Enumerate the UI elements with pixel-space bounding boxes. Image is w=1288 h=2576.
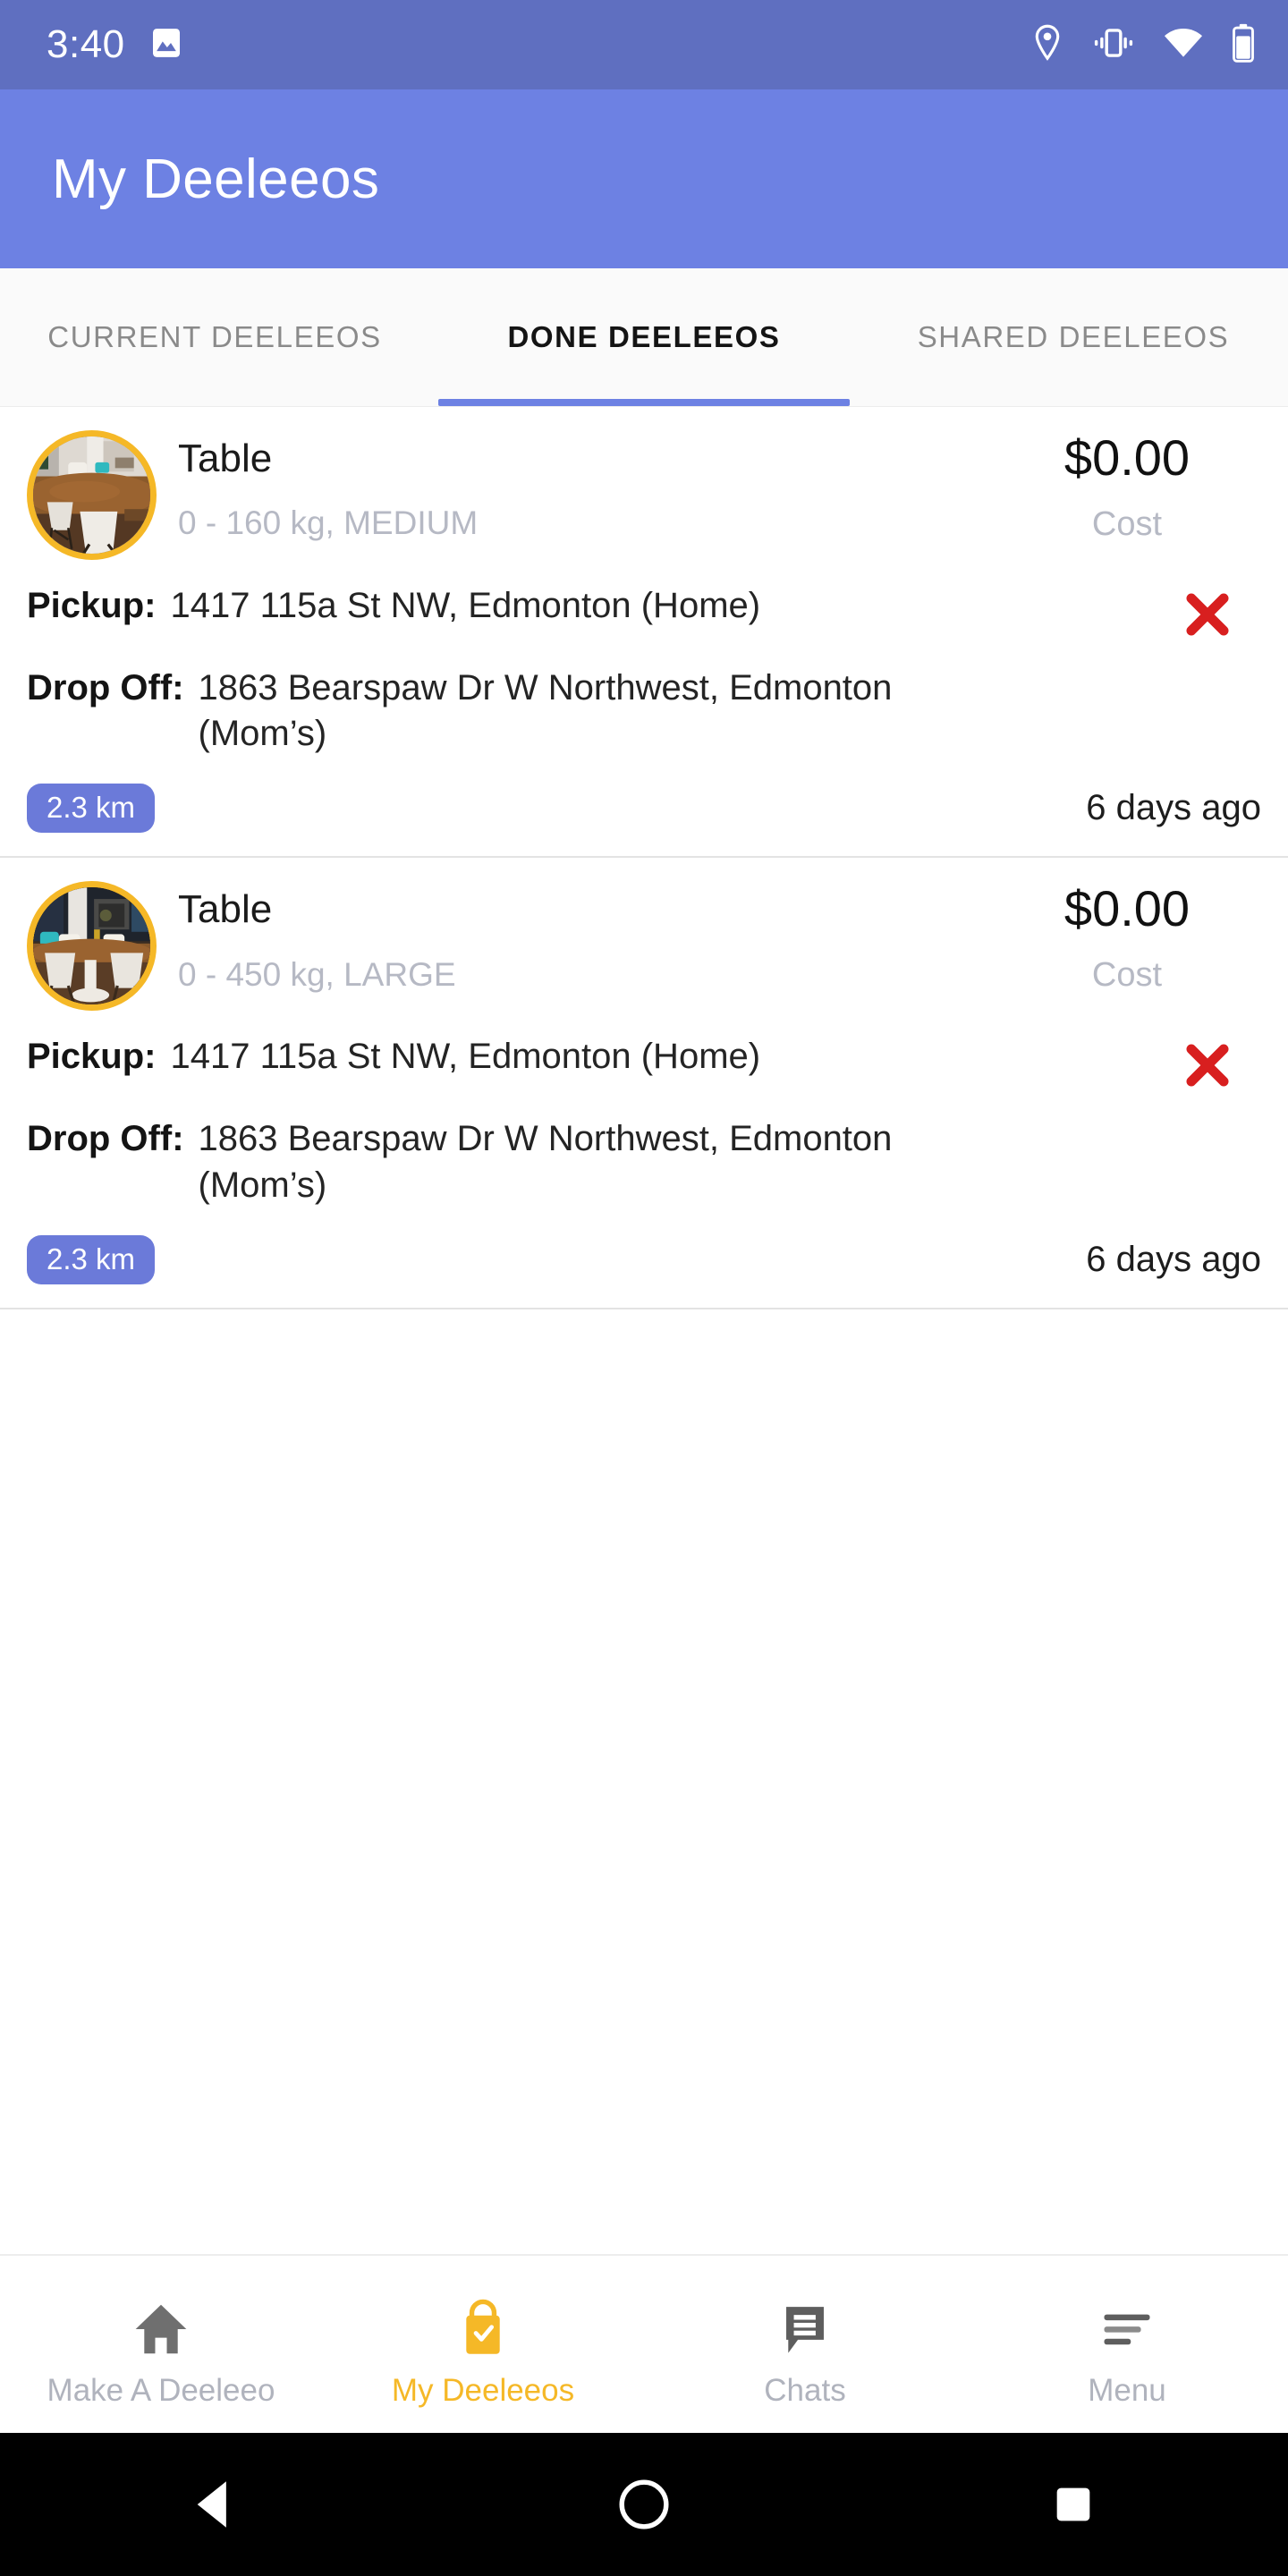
android-navigation-bar — [0, 2433, 1288, 2576]
bottom-navigation: Make A Deeleeo My Deeleeos Chats Menu — [0, 2254, 1288, 2433]
item-price: $0.00 — [1063, 880, 1191, 937]
dining-table-photo — [33, 436, 150, 554]
tab-bar: CURRENT DEELEEOS DONE DEELEEOS SHARED DE… — [0, 268, 1288, 407]
dropoff-address: 1863 Bearspaw Dr W Northwest, Edmonton (… — [198, 668, 893, 754]
red-x-icon — [1186, 1044, 1229, 1087]
deeleeo-list: Table 0 - 160 kg, MEDIUM $0.00 Cost Pick… — [0, 407, 1288, 2254]
nav-label: Menu — [1088, 2372, 1166, 2408]
item-name: Table — [178, 887, 273, 932]
card-header-row: Table 0 - 160 kg, MEDIUM $0.00 Cost — [27, 430, 1261, 560]
triangle-back-icon — [197, 2481, 226, 2528]
nav-label: Make A Deeleeo — [47, 2372, 275, 2408]
tab-label: DONE DEELEEOS — [507, 319, 781, 353]
home-icon — [131, 2296, 191, 2362]
shopping-bag-check-icon — [453, 2296, 513, 2362]
card-footer-row: 2.3 km 6 days ago — [27, 784, 1261, 834]
recents-button[interactable] — [859, 2482, 1288, 2527]
dropoff-label: Drop Off: — [27, 1119, 184, 1159]
card-header-row: Table 0 - 450 kg, LARGE $0.00 Cost — [27, 881, 1261, 1012]
pickup-row: Pickup: 1417 115a St NW, Edmonton (Home) — [27, 583, 1261, 642]
chat-bubble-icon — [775, 2296, 835, 2362]
item-price-label: Cost — [1091, 504, 1163, 543]
distance-badge: 2.3 km — [27, 1234, 156, 1284]
back-button[interactable] — [0, 2478, 429, 2531]
nav-label: My Deeleeos — [391, 2372, 575, 2408]
item-name: Table — [178, 436, 273, 480]
pickup-row: Pickup: 1417 115a St NW, Edmonton (Home) — [27, 1034, 1261, 1093]
item-price-block: $0.00 Cost — [993, 881, 1261, 995]
item-spec: 0 - 160 kg, MEDIUM — [178, 504, 479, 542]
item-price-block: $0.00 Cost — [993, 430, 1261, 544]
pickup-address: 1417 115a St NW, Edmonton (Home) — [170, 1037, 761, 1077]
pickup-address: 1417 115a St NW, Edmonton (Home) — [170, 586, 761, 625]
distance-badge: 2.3 km — [27, 784, 156, 834]
item-thumbnail[interactable] — [27, 881, 157, 1012]
pickup-label: Pickup: — [27, 586, 157, 625]
item-spec: 0 - 450 kg, LARGE — [178, 955, 456, 993]
location-pin-icon — [1030, 24, 1064, 66]
item-price-label: Cost — [1091, 956, 1163, 995]
tab-current-deeleeos[interactable]: CURRENT DEELEEOS — [0, 268, 429, 406]
tab-label: SHARED DEELEEOS — [917, 319, 1230, 353]
item-price: $0.00 — [1063, 429, 1191, 486]
tab-shared-deeleeos[interactable]: SHARED DEELEEOS — [859, 268, 1288, 406]
cancel-button[interactable] — [1154, 1034, 1261, 1093]
card-footer-row: 2.3 km 6 days ago — [27, 1234, 1261, 1284]
app-bar: My Deeleeos — [0, 89, 1288, 268]
list-item[interactable]: Table 0 - 450 kg, LARGE $0.00 Cost Picku… — [0, 858, 1288, 1309]
pickup-label: Pickup: — [27, 1037, 157, 1077]
nav-label: Chats — [764, 2372, 846, 2408]
dropoff-label: Drop Off: — [27, 668, 184, 708]
square-recents-icon — [1056, 2487, 1090, 2521]
image-icon — [148, 25, 184, 65]
nav-make-a-deeleeo[interactable]: Make A Deeleeo — [0, 2268, 322, 2433]
time-ago: 6 days ago — [1086, 1239, 1261, 1279]
item-info: Table 0 - 160 kg, MEDIUM — [178, 430, 993, 542]
tab-indicator — [438, 399, 850, 406]
item-info: Table 0 - 450 kg, LARGE — [178, 881, 993, 993]
cancel-button[interactable] — [1154, 583, 1261, 642]
dropoff-address: 1863 Bearspaw Dr W Northwest, Edmonton (… — [198, 1119, 893, 1205]
vibrate-icon — [1091, 26, 1136, 64]
battery-icon — [1231, 23, 1256, 67]
list-item[interactable]: Table 0 - 160 kg, MEDIUM $0.00 Cost Pick… — [0, 407, 1288, 859]
status-bar: 3:40 — [0, 0, 1288, 89]
status-bar-clock: 3:40 — [47, 22, 125, 66]
wifi-icon — [1163, 26, 1204, 64]
dropoff-row: Drop Off: 1863 Bearspaw Dr W Northwest, … — [27, 1116, 1261, 1208]
status-bar-right — [1030, 23, 1256, 67]
dropoff-row: Drop Off: 1863 Bearspaw Dr W Northwest, … — [27, 665, 1261, 757]
time-ago: 6 days ago — [1086, 788, 1261, 828]
red-x-icon — [1186, 593, 1229, 636]
item-thumbnail[interactable] — [27, 430, 157, 560]
tab-done-deeleeos[interactable]: DONE DEELEEOS — [429, 268, 859, 406]
nav-my-deeleeos[interactable]: My Deeleeos — [322, 2268, 644, 2433]
page-title: My Deeleeos — [52, 148, 380, 210]
dining-table-night-photo — [33, 887, 150, 1005]
nav-chats[interactable]: Chats — [644, 2268, 966, 2433]
tab-label: CURRENT DEELEEOS — [47, 319, 382, 353]
status-bar-left: 3:40 — [47, 25, 184, 65]
app-screen: 3:40 My Deeleeos CURRENT DEELEEOS DONE D… — [0, 0, 1288, 2576]
circle-home-icon — [619, 2479, 669, 2529]
home-button[interactable] — [429, 2477, 859, 2532]
nav-menu[interactable]: Menu — [966, 2268, 1288, 2433]
hamburger-menu-icon — [1097, 2296, 1157, 2362]
